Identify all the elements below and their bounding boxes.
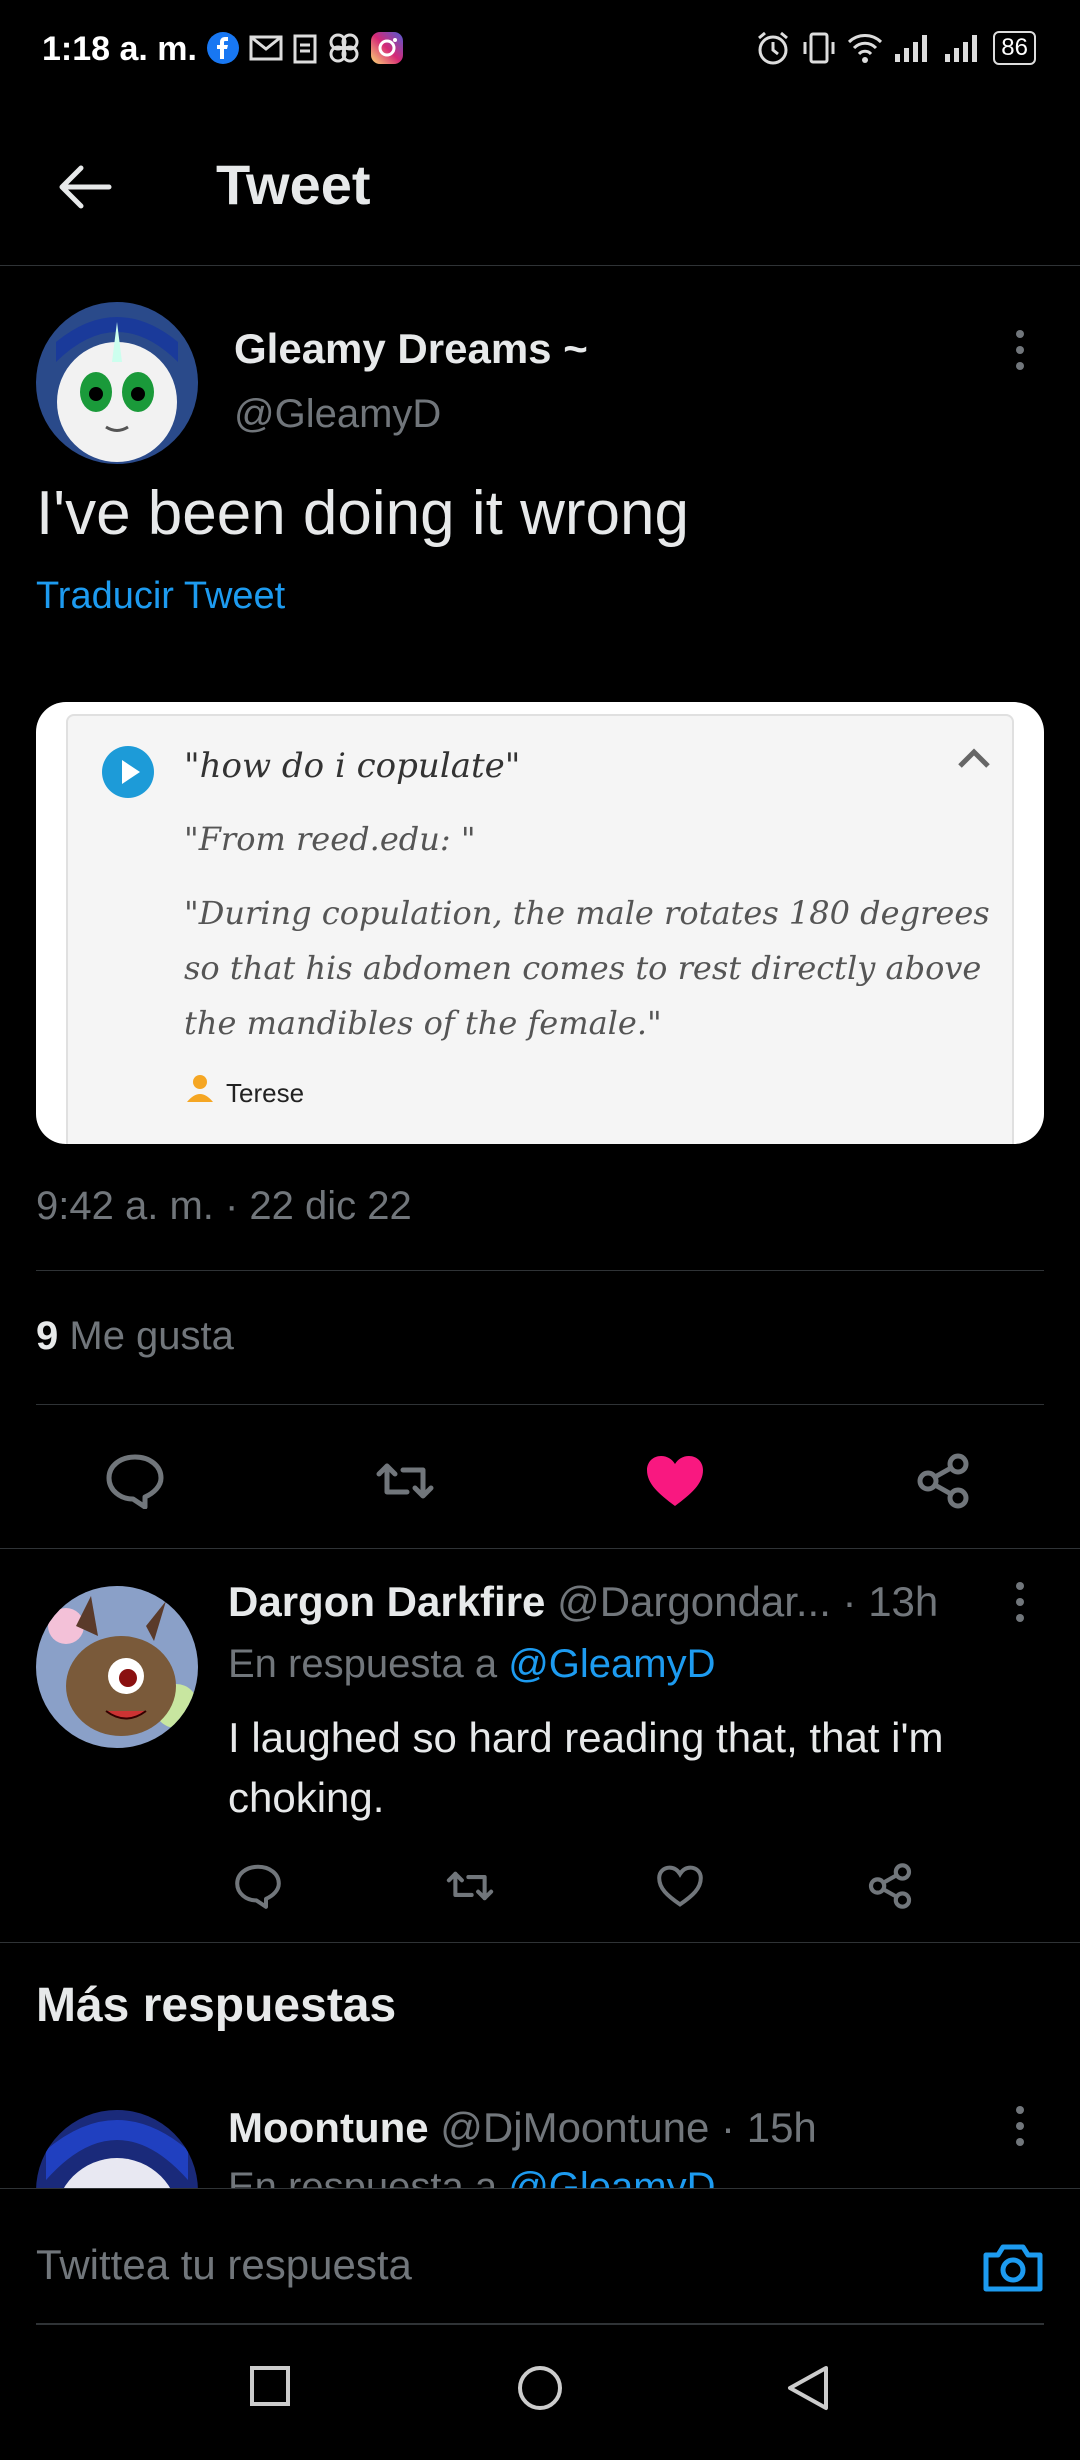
- media-query-text: "how do i copulate": [184, 746, 521, 786]
- reply-author-name: Dargon Darkfire: [228, 1578, 546, 1625]
- author-name[interactable]: Gleamy Dreams ~: [234, 325, 588, 373]
- reply-author-line[interactable]: Dargon Darkfire @Dargondar... · 13h: [228, 1578, 938, 1626]
- battery-indicator: 86: [993, 31, 1036, 65]
- reply-share-button[interactable]: [860, 1856, 920, 1916]
- vibrate-icon: [803, 32, 835, 64]
- retweet-icon: [376, 1463, 434, 1499]
- camera-icon: [983, 2244, 1043, 2292]
- back-arrow-icon: [59, 165, 112, 209]
- divider: [36, 1404, 1044, 1405]
- reply-icon: [235, 1864, 281, 1909]
- likes-label: Me gusta: [69, 1314, 234, 1358]
- play-icon: [102, 746, 154, 798]
- camera-button[interactable]: [982, 2239, 1044, 2298]
- reply-handle-time: @Dargondar... · 13h: [557, 1578, 939, 1625]
- signal-icon: [945, 35, 978, 62]
- instagram-icon: [371, 32, 403, 64]
- status-bar: 1:18 a. m. 86: [0, 0, 1080, 100]
- retweet-button[interactable]: [370, 1446, 440, 1516]
- tweet-media[interactable]: "how do i copulate" "From reed.edu: " "D…: [36, 702, 1044, 1144]
- reply-like-button[interactable]: [650, 1856, 710, 1916]
- share-icon: [917, 1453, 969, 1509]
- author-avatar[interactable]: [36, 302, 198, 464]
- like-button[interactable]: [640, 1446, 710, 1516]
- status-time: 1:18 a. m.: [42, 30, 197, 68]
- share-icon: [868, 1863, 912, 1909]
- media-user-name: Terese: [226, 1078, 305, 1108]
- more-replies-heading: Más respuestas: [36, 1979, 397, 2032]
- author-handle[interactable]: @GleamyD: [234, 392, 441, 437]
- more-options-button[interactable]: [1000, 320, 1040, 380]
- wifi-icon: [848, 34, 883, 63]
- more-icon: [1016, 330, 1024, 338]
- translate-tweet-link[interactable]: Traducir Tweet: [36, 575, 285, 618]
- facebook-icon: [207, 32, 239, 64]
- top-bar: Tweet: [0, 100, 1080, 266]
- reply-reply-button[interactable]: [228, 1856, 288, 1916]
- media-source-text: "From reed.edu: ": [184, 820, 476, 858]
- pinwheel-icon: [329, 33, 359, 63]
- user-icon: [187, 1075, 213, 1102]
- tweet-timestamp: 9:42 a. m. · 22 dic 22: [36, 1184, 412, 1228]
- gmail-icon: [249, 35, 283, 61]
- tweet-text: I've been doing it wrong: [36, 479, 689, 548]
- more-icon: [1016, 2106, 1024, 2114]
- chevron-up-icon: [958, 748, 990, 768]
- system-icons: 86: [755, 30, 1036, 66]
- reply-to-handle[interactable]: @GleamyD: [508, 1642, 715, 1686]
- heart-icon: [647, 1456, 703, 1506]
- reply-text: I laughed so hard reading that, that i'm…: [228, 1714, 944, 1821]
- divider: [36, 1270, 1044, 1271]
- divider: [0, 1942, 1080, 1943]
- recents-icon[interactable]: [248, 2364, 292, 2408]
- notification-icons: [206, 30, 404, 66]
- reply-avatar[interactable]: [36, 1586, 198, 1748]
- alarm-icon: [758, 31, 789, 65]
- reply-button[interactable]: [100, 1446, 170, 1516]
- compose-bar: Twittea tu respuesta: [0, 2188, 1080, 2328]
- input-underline: [36, 2323, 1044, 2325]
- reply-icon: [106, 1454, 164, 1509]
- back-nav-icon[interactable]: [786, 2364, 830, 2412]
- next-reply-more-options-button[interactable]: [1000, 2096, 1040, 2156]
- reply-to-line: En respuesta a @GleamyD: [228, 1642, 716, 1687]
- reply-retweet-button[interactable]: [440, 1856, 500, 1916]
- divider: [0, 1548, 1080, 1549]
- back-button[interactable]: [50, 152, 120, 222]
- clipboard-icon: [293, 34, 317, 64]
- reply-more-options-button[interactable]: [1000, 1572, 1040, 1632]
- likes-number: 9: [36, 1314, 59, 1358]
- reply-prefix: En respuesta a: [228, 1642, 498, 1686]
- home-icon[interactable]: [516, 2364, 564, 2412]
- media-quote-text: "During copulation, the male rotates 180…: [184, 894, 990, 1042]
- next-reply-author-line[interactable]: Moontune @DjMoontune · 15h: [228, 2104, 817, 2152]
- media-screenshot: "how do i copulate" "From reed.edu: " "D…: [66, 714, 1014, 1144]
- retweet-icon: [446, 1871, 494, 1901]
- signal-icon: [895, 35, 928, 62]
- more-icon: [1016, 1582, 1024, 1590]
- share-button[interactable]: [908, 1446, 978, 1516]
- next-reply-handle-time: @DjMoontune · 15h: [440, 2104, 817, 2151]
- heart-outline-icon: [657, 1865, 703, 1907]
- next-reply-author-name: Moontune: [228, 2104, 429, 2151]
- system-nav-bar: [0, 2328, 1080, 2460]
- reply-input[interactable]: Twittea tu respuesta: [36, 2241, 412, 2289]
- likes-count[interactable]: 9 Me gusta: [36, 1314, 234, 1359]
- page-title: Tweet: [216, 153, 371, 216]
